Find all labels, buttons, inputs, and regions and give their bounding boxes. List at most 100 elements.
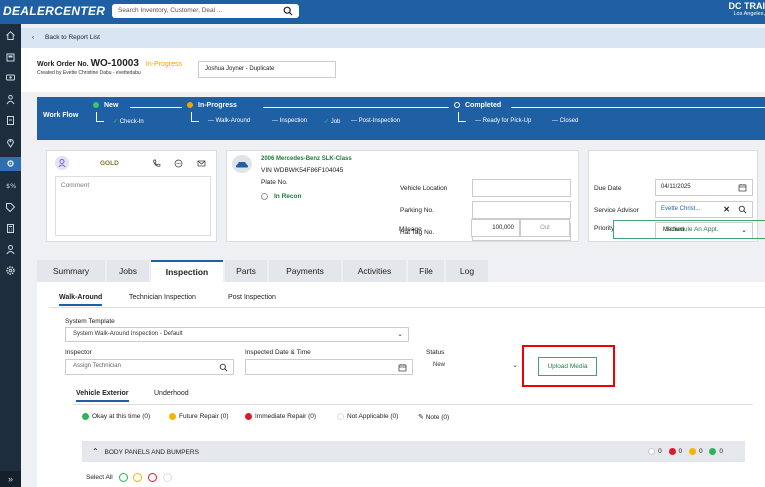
step-closed[interactable]: — Closed <box>552 118 578 124</box>
calendar-icon[interactable] <box>738 183 747 192</box>
white-dot-icon <box>337 413 344 420</box>
tab-jobs[interactable]: Jobs <box>107 260 149 282</box>
select-all-okay-radio[interactable] <box>118 473 128 482</box>
gear-wrench-icon[interactable] <box>0 157 21 171</box>
workflow-label: Work Flow <box>43 112 79 119</box>
calendar-icon[interactable] <box>398 363 407 372</box>
top-bar: DEALERCENTER Search Inventory, Customer,… <box>0 0 765 24</box>
home-icon[interactable] <box>5 30 16 41</box>
step-check-in[interactable]: ✓ Check-In <box>113 118 144 125</box>
chat-icon[interactable] <box>174 159 183 168</box>
customer-tier: GOLD <box>100 160 119 167</box>
connector-line <box>130 107 182 108</box>
settings-icon[interactable] <box>5 265 16 276</box>
document-icon[interactable] <box>5 115 16 126</box>
car-icon <box>232 155 252 173</box>
schedule-appointment-button[interactable]: Schedule An Appt. <box>613 220 765 239</box>
search-placeholder: Search Inventory, Customer, Deal ... <box>118 7 223 14</box>
legend-label: Immediate Repair (0) <box>255 413 317 421</box>
tab-parts[interactable]: Parts <box>225 260 267 282</box>
tag-icon[interactable] <box>5 202 16 213</box>
calculator-icon[interactable] <box>5 223 16 234</box>
divider <box>73 404 753 405</box>
subtab-post-inspection[interactable]: Post Inspection <box>228 294 276 301</box>
dash-icon: — <box>272 118 278 124</box>
section-body-panels-header[interactable]: ⌃ BODY PANELS AND BUMPERS 0 0 0 0 <box>82 441 745 462</box>
check-icon: ✓ <box>113 119 119 125</box>
stage-in-progress[interactable]: In-Progress <box>187 102 237 109</box>
created-by: Created by Evette Christine Dabu - evett… <box>37 70 141 76</box>
service-advisor-value: Evette Christ... <box>661 206 701 212</box>
connector-line <box>263 107 449 108</box>
in-recon-toggle[interactable]: In Recon <box>261 193 301 200</box>
car-icon[interactable] <box>5 52 16 63</box>
clear-icon[interactable]: ✕ <box>723 202 730 217</box>
tab-vehicle-exterior[interactable]: Vehicle Exterior <box>76 390 129 402</box>
due-date-label: Due Date <box>594 185 622 192</box>
vehicle-location-input[interactable] <box>472 179 571 197</box>
dealer-info[interactable]: DC TRAI Los Angeles, <box>729 1 765 17</box>
mail-icon[interactable] <box>197 159 206 168</box>
comment-textarea[interactable]: Comment <box>55 176 211 236</box>
select-all-na-radio[interactable] <box>163 473 172 482</box>
svg-text:$%: $% <box>6 182 16 190</box>
user-icon[interactable] <box>5 244 16 255</box>
app-logo[interactable]: DEALERCENTER <box>3 4 105 18</box>
system-template-value: System Walk-Around Inspection - Default <box>73 331 183 337</box>
tab-payments[interactable]: Payments <box>269 260 341 282</box>
expand-sidebar-button[interactable]: » <box>0 471 21 487</box>
map-pin-icon[interactable] <box>5 137 16 148</box>
person-icon[interactable] <box>5 94 16 105</box>
status-select[interactable]: New ⌄ <box>426 359 523 375</box>
step-inspection[interactable]: — Inspection <box>272 118 307 124</box>
step-job[interactable]: ✓ Job <box>324 118 340 125</box>
avatar[interactable] <box>55 156 69 170</box>
service-advisor-input[interactable]: Evette Christ... ✕ <box>655 201 753 218</box>
system-template-select[interactable]: System Walk-Around Inspection - Default … <box>65 327 409 342</box>
step-label: Closed <box>559 118 579 124</box>
vehicle-title-link[interactable]: 2006 Mercedes-Benz SLK-Class <box>261 156 352 162</box>
work-order-header: Work Order No. WO-10003 In-Progress Crea… <box>21 48 765 92</box>
tab-summary[interactable]: Summary <box>37 260 105 282</box>
global-search-input[interactable]: Search Inventory, Customer, Deal ... <box>112 4 299 18</box>
status-value: New <box>433 362 446 368</box>
step-ready-for-pickup[interactable]: — Ready for Pick-Up <box>475 118 531 124</box>
subtab-technician-inspection[interactable]: Technician Inspection <box>129 294 196 301</box>
chevron-down-icon: ⌄ <box>512 362 518 369</box>
tab-log[interactable]: Log <box>446 260 488 282</box>
mileage-input[interactable]: 100,000 <box>471 219 520 237</box>
price-tag-icon[interactable]: $% <box>5 180 16 191</box>
legend-not-applicable: Not Applicable (0) <box>337 413 398 420</box>
inspected-date-input[interactable] <box>245 359 413 375</box>
tab-activities[interactable]: Activities <box>343 260 406 282</box>
legend-note: ✎ Note (0) <box>418 413 449 421</box>
inspector-input[interactable]: Assign Technician <box>65 359 234 375</box>
due-date-input[interactable]: 04/11/2025 <box>655 179 753 196</box>
chevron-left-icon[interactable]: ‹ <box>32 28 34 48</box>
back-to-report-list-link[interactable]: Back to Report List <box>45 34 100 41</box>
step-post-inspection[interactable]: — Post-Inspection <box>351 118 400 124</box>
subtab-walk-around[interactable]: Walk-Around <box>59 294 103 306</box>
mileage-direction-input[interactable]: Out <box>520 219 570 237</box>
phone-icon[interactable] <box>152 159 161 168</box>
tab-inspection[interactable]: Inspection <box>151 260 223 282</box>
search-icon[interactable] <box>738 205 747 214</box>
dash-icon: — <box>351 118 357 124</box>
search-icon[interactable] <box>219 363 228 372</box>
money-icon[interactable] <box>5 72 16 83</box>
upload-media-button[interactable]: Upload Media <box>538 357 597 376</box>
select-all-future-radio[interactable] <box>133 473 143 482</box>
parking-no-label: Parking No. <box>400 207 434 214</box>
parking-no-input[interactable] <box>472 201 571 219</box>
stage-new[interactable]: New <box>93 102 118 109</box>
tab-file[interactable]: File <box>408 260 444 282</box>
work-order-prefix: Work Order No. <box>37 61 89 68</box>
customer-field[interactable]: Joshua Joyner - Duplicate <box>198 61 336 78</box>
vehicle-vin: VIN WDBWK54F86F104045 <box>261 167 344 174</box>
tab-underhood[interactable]: Underhood <box>154 390 189 397</box>
select-all-immediate-radio[interactable] <box>148 473 158 482</box>
step-walk-around[interactable]: — Walk-Around <box>208 118 250 124</box>
in-recon-label: In Recon <box>274 193 302 201</box>
search-icon[interactable] <box>283 6 293 16</box>
stage-completed[interactable]: Completed <box>454 102 501 109</box>
